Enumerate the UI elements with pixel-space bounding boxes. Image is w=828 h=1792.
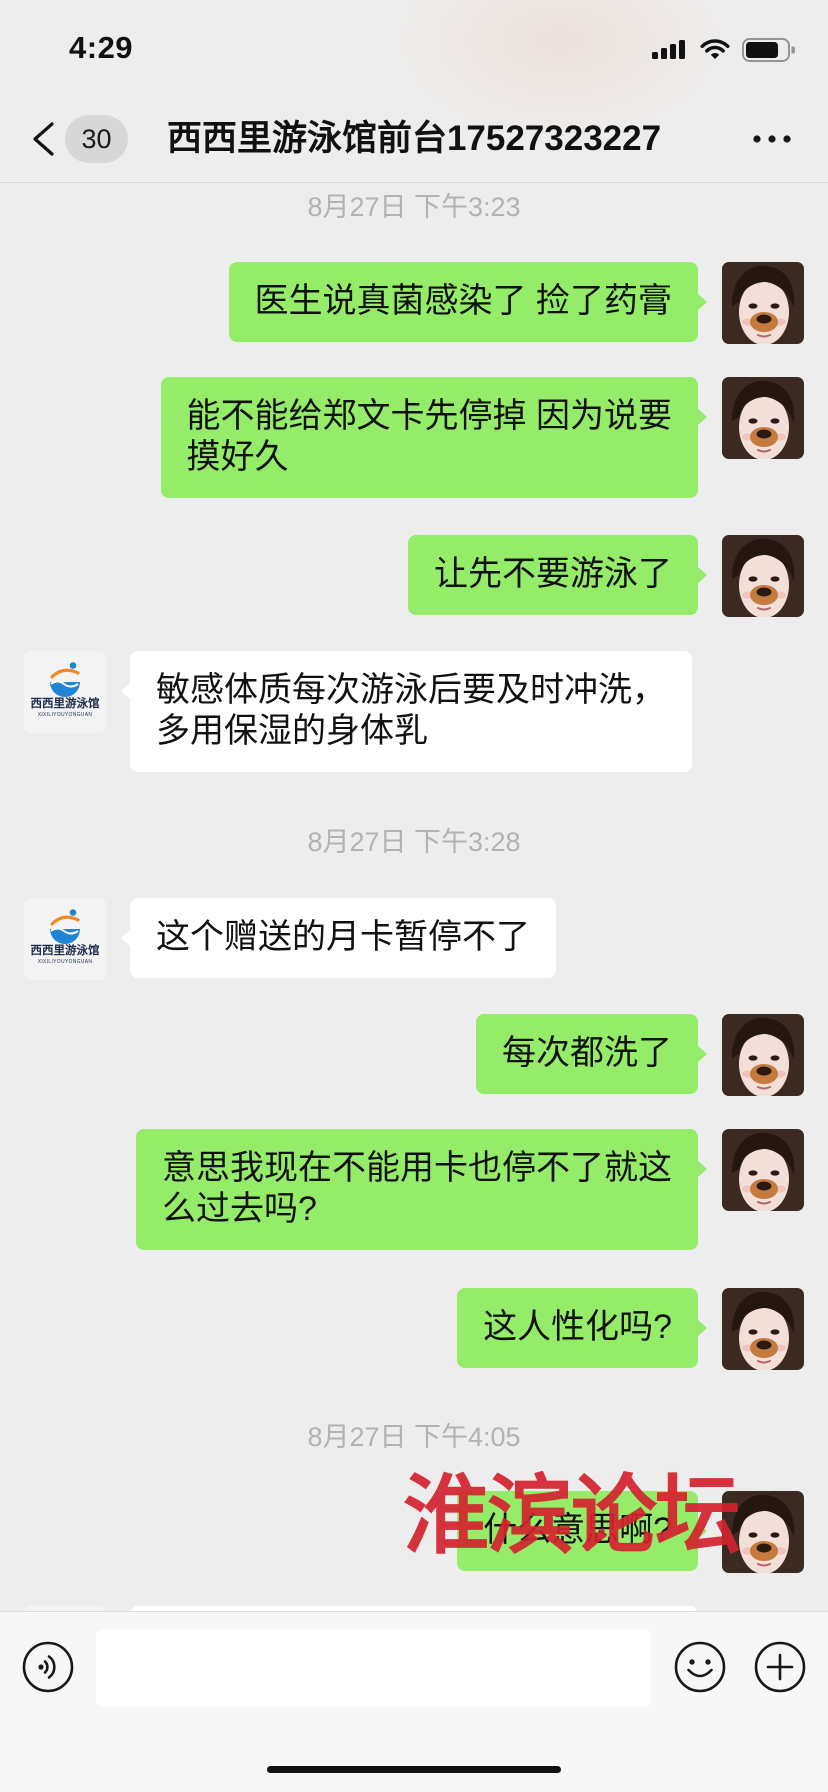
self-avatar[interactable] xyxy=(722,535,804,617)
message-row: 意思我现在不能用卡也停不了就这 么过去吗? xyxy=(24,1129,804,1250)
message-text: 敏感体质每次游泳后要及时冲洗， xyxy=(156,671,666,709)
message-list[interactable]: 8月27日 下午3:23 医生说真菌感染了 捡了药膏 能不能给郑文卡先停掉 因为… xyxy=(0,183,828,1611)
message-input[interactable] xyxy=(96,1629,651,1707)
swim-club-logo: 西西里游泳馆 XIXILIYOUYONGUAN xyxy=(24,898,106,980)
timestamp: 8月27日 下午3:23 xyxy=(307,192,521,222)
message-text: 多用保湿的身体乳 xyxy=(156,712,428,750)
chat-screen: 4:29 30 西西里游泳馆前台17527323227 8月27日 下午3:23 xyxy=(0,0,828,1792)
message-bubble[interactable]: 每次都洗了 xyxy=(476,1014,707,1094)
message-row: 西西里游泳馆 XIXILIYOUYONGUAN 敏感体质每次游泳后要及时冲洗， … xyxy=(24,651,804,772)
back-button[interactable]: 30 xyxy=(24,110,134,168)
contact-avatar[interactable]: 西西里游泳馆 XIXILIYOUYONGUAN xyxy=(24,651,106,733)
self-avatar[interactable] xyxy=(722,1288,804,1370)
message-row: 让先不要游泳了 xyxy=(24,535,804,617)
chevron-left-icon xyxy=(33,122,54,156)
battery-icon xyxy=(742,38,795,62)
self-avatar[interactable] xyxy=(722,262,804,344)
message-bubble[interactable]: 医生说真菌感染了 捡了药膏 xyxy=(228,262,708,342)
plus-icon[interactable] xyxy=(753,1640,807,1694)
message-text: 这人性化吗? xyxy=(483,1308,672,1346)
status-time: 4:29 xyxy=(69,30,134,65)
timestamp: 8月27日 下午4:05 xyxy=(307,1422,521,1452)
more-button[interactable] xyxy=(748,119,796,159)
chat-title: 西西里游泳馆前台17527323227 xyxy=(166,119,662,158)
message-row: 医生说真菌感染了 捡了药膏 xyxy=(24,262,804,344)
voice-icon[interactable] xyxy=(21,1640,75,1694)
message-bubble[interactable]: 意思我现在不能用卡也停不了就这 么过去吗? xyxy=(136,1129,707,1250)
self-avatar[interactable] xyxy=(722,1014,804,1096)
message-text: 能不能给郑文卡先停掉 因为说要 xyxy=(186,397,672,435)
message-text: 摸好久 xyxy=(186,438,289,476)
message-bubble[interactable]: 这个赠送的月卡暂停不了 xyxy=(121,898,556,978)
message-row: 能不能给郑文卡先停掉 因为说要 摸好久 xyxy=(24,377,804,498)
unread-count-badge: 30 xyxy=(65,115,128,163)
message-text: 每次都洗了 xyxy=(502,1034,672,1072)
message-text: 医生说真菌感染了 捡了药膏 xyxy=(254,282,672,320)
self-avatar[interactable] xyxy=(722,1129,804,1211)
cellular-signal-icon xyxy=(652,40,685,59)
message-row: 这人性化吗? xyxy=(24,1288,804,1370)
timestamp: 8月27日 下午3:28 xyxy=(307,827,521,857)
message-text: 么过去吗? xyxy=(162,1190,317,1228)
more-icon xyxy=(753,135,791,143)
self-avatar[interactable] xyxy=(722,377,804,459)
message-text: 这个赠送的月卡暂停不了 xyxy=(156,918,530,956)
logo-name: 西西里游泳馆 xyxy=(31,696,100,710)
message-text: 让先不要游泳了 xyxy=(434,555,672,593)
home-indicator[interactable] xyxy=(267,1766,561,1773)
message-bubble[interactable]: 能不能给郑文卡先停掉 因为说要 摸好久 xyxy=(160,377,708,498)
message-row: 西西里游泳馆 XIXILIYOUYONGUAN 这个赠送的月卡暂停不了 xyxy=(24,898,804,980)
emoji-icon[interactable] xyxy=(673,1640,727,1694)
message-bubble[interactable]: 敏感体质每次游泳后要及时冲洗， 多用保湿的身体乳 xyxy=(121,651,692,772)
logo-name: 西西里游泳馆 xyxy=(31,943,100,957)
message-text: 意思我现在不能用卡也停不了就这 xyxy=(162,1149,672,1187)
logo-pinyin: XIXILIYOUYONGUAN xyxy=(38,959,93,965)
logo-pinyin: XIXILIYOUYONGUAN xyxy=(38,712,93,718)
message-row: 每次都洗了 xyxy=(24,1014,804,1096)
contact-avatar[interactable]: 西西里游泳馆 XIXILIYOUYONGUAN xyxy=(24,898,106,980)
message-bubble[interactable]: 让先不要游泳了 xyxy=(408,535,707,615)
wifi-icon xyxy=(700,39,730,59)
watermark: 淮滨论坛 xyxy=(403,1465,741,1566)
input-bar xyxy=(0,1611,828,1792)
message-bubble[interactable]: 这人性化吗? xyxy=(457,1288,707,1368)
swim-club-logo: 西西里游泳馆 XIXILIYOUYONGUAN xyxy=(24,651,106,733)
